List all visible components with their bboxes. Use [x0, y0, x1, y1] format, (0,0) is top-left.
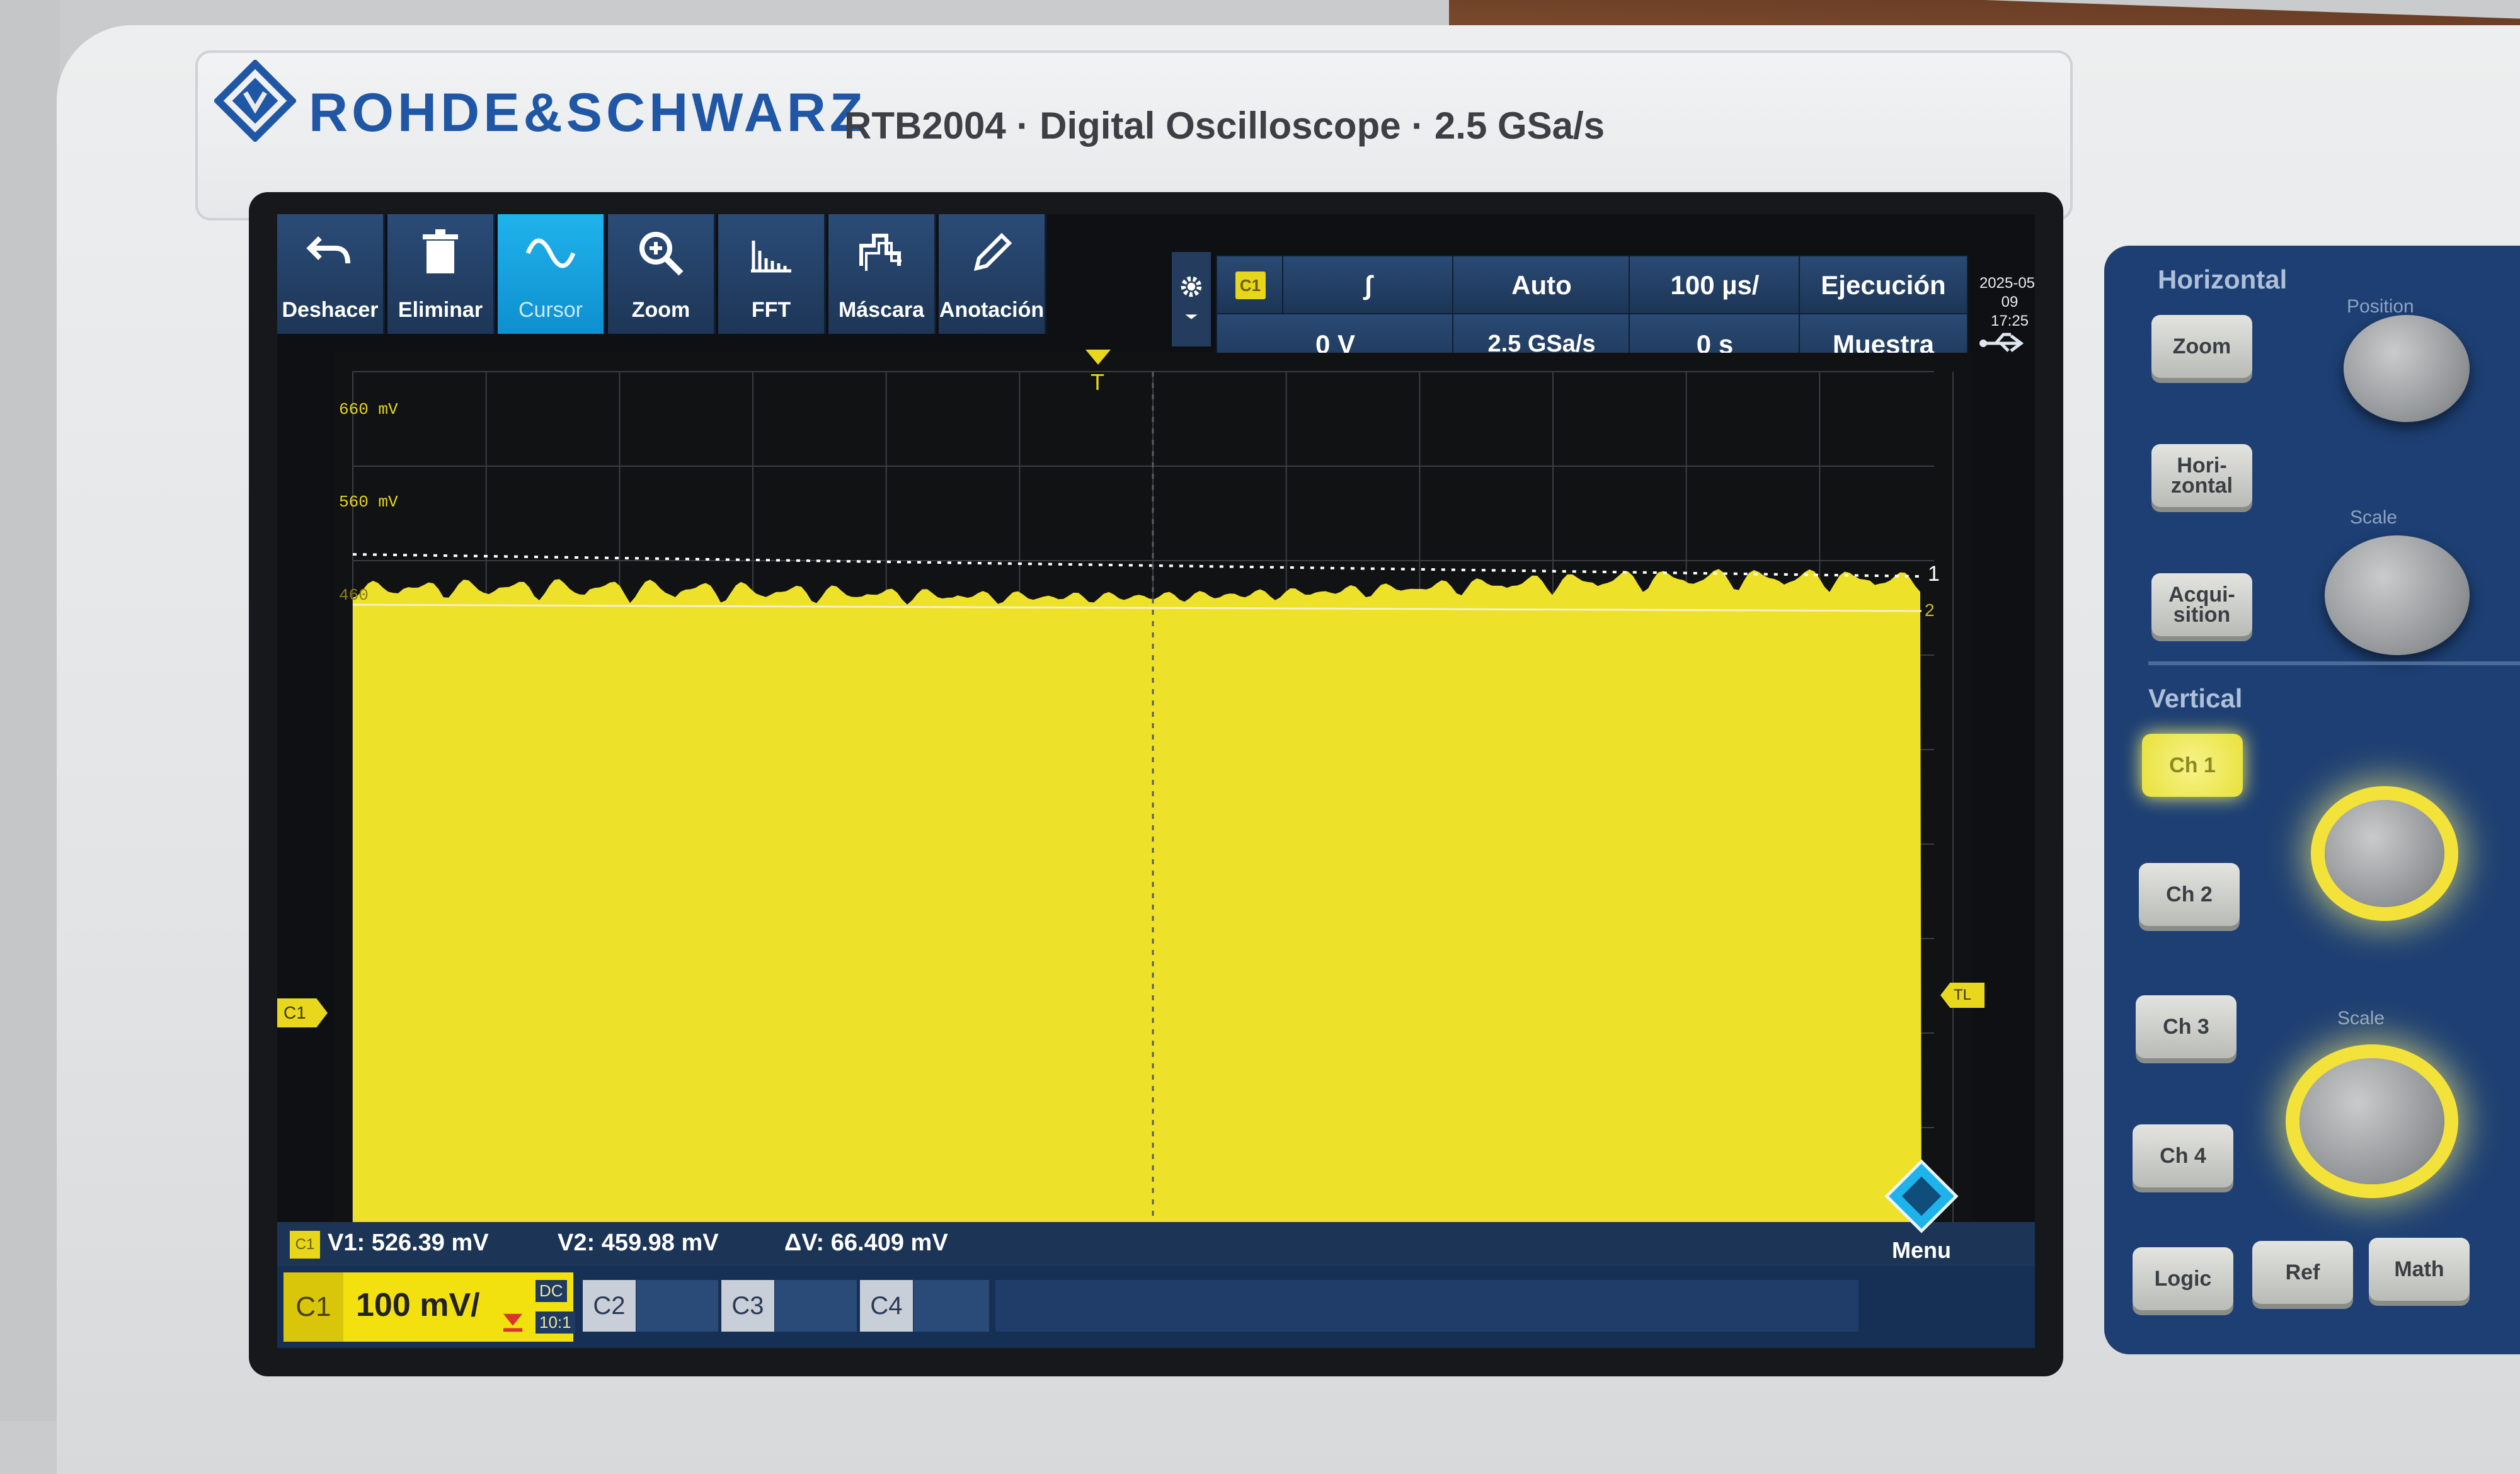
acquisition-key[interactable]: Acqui- sition	[2151, 573, 2252, 636]
pencil-icon	[973, 232, 1012, 271]
horizontal-position-knob[interactable]	[2344, 315, 2470, 422]
channel-1-tag: C1	[284, 1272, 343, 1342]
math-key[interactable]: Math	[2369, 1238, 2470, 1301]
zoom-label: Zoom	[631, 298, 690, 322]
trigger-mode-cell[interactable]: Auto	[1452, 255, 1631, 316]
cursor-v1-readout: V1: 526.39 mV	[328, 1230, 489, 1256]
channel-3-tab[interactable]: C3	[721, 1280, 774, 1332]
fft-label: FFT	[751, 298, 791, 322]
model-line: RTB2004 · Digital Oscilloscope · 2.5 GSa…	[844, 105, 1605, 147]
menu-logo-icon	[1884, 1159, 1959, 1233]
cursor-2-label: 2	[1925, 600, 1935, 620]
horizontal-key[interactable]: Hori- zontal	[2151, 444, 2252, 507]
channel-4-slot	[914, 1280, 989, 1332]
logic-key[interactable]: Logic	[2133, 1247, 2233, 1310]
fft-button[interactable]: FFT	[718, 214, 826, 334]
channel-1-bandwidth-icon	[503, 1313, 523, 1332]
channel-1-coupling: DC	[536, 1280, 567, 1302]
channel-bar: C1 100 mV/ DC 10:1 C2 C3 C4	[277, 1266, 2035, 1348]
run-state: Ejecución	[1821, 270, 1946, 300]
channel-2-tab[interactable]: C2	[583, 1280, 636, 1332]
cursor-delta-readout: ΔV: 66.409 mV	[784, 1230, 948, 1256]
toolbar: Deshacer Eliminar Cursor Zoom FFT Máscar…	[277, 214, 1172, 334]
y-label-660mv: 660 mV	[339, 400, 398, 419]
run-state-cell[interactable]: Ejecución	[1799, 255, 1968, 316]
horizontal-scale-knob-label: Scale	[2350, 507, 2398, 528]
channel-4-key[interactable]: Ch 4	[2133, 1124, 2233, 1187]
horizontal-scale-knob[interactable]	[2325, 535, 2470, 655]
undo-button[interactable]: Deshacer	[277, 214, 385, 334]
channel-3-key[interactable]: Ch 3	[2136, 995, 2236, 1058]
time-text: 17:25	[1990, 312, 2029, 329]
position-knob-label: Position	[2347, 296, 2414, 317]
gear-icon	[1181, 276, 1202, 297]
cursor-v2-readout: V2: 459.98 mV	[558, 1230, 719, 1256]
undo-icon	[306, 236, 350, 264]
spectrum-bars-icon	[751, 241, 791, 273]
trash-icon	[423, 229, 458, 273]
control-panel: Horizontal Zoom Hori- zontal Acqui- siti…	[2104, 246, 2520, 1354]
date-text: 2025-05-09	[1979, 275, 2035, 311]
brand-name: ROHDE&SCHWARZ	[309, 83, 867, 143]
channel-bar-spacer	[995, 1280, 1858, 1332]
undo-label: Deshacer	[282, 298, 379, 322]
cursor-label: Cursor	[518, 298, 583, 322]
channel-1-trace	[353, 569, 1922, 1279]
background-wall	[0, 0, 60, 1421]
magnifier-plus-icon	[639, 232, 684, 276]
y-label-460mv: 460	[339, 586, 369, 605]
time-base: 100 µs/	[1670, 270, 1760, 300]
channel-4-tab[interactable]: C4	[860, 1280, 913, 1332]
channel-1-scale: 100 mV/	[356, 1287, 480, 1323]
mask-button[interactable]: Máscara	[828, 214, 936, 334]
annotation-label: Anotación	[939, 298, 1045, 322]
y-label-560mv: 560 mV	[339, 493, 398, 511]
cursor-button[interactable]: Cursor	[498, 214, 605, 334]
vertical-position-knob[interactable]	[2325, 800, 2444, 907]
menu-label: Menu	[1892, 1237, 1951, 1263]
trigger-source-badge: C1	[1235, 271, 1266, 299]
trigger-marker-icon[interactable]: T	[1085, 350, 1111, 394]
vertical-scale-knob[interactable]	[2300, 1058, 2444, 1184]
cursor-1-label: 1	[1928, 562, 1940, 586]
cursor-source-badge: C1	[290, 1231, 320, 1259]
usb-icon	[1979, 333, 2024, 352]
waveform-display[interactable]: 1 2 660 mV 560 mV 460	[334, 353, 1972, 1279]
reference-key[interactable]: Ref	[2252, 1241, 2353, 1304]
trigger-source-cell[interactable]: C1	[1216, 255, 1285, 316]
settings-button[interactable]	[1172, 252, 1211, 346]
channel-3-slot	[775, 1280, 857, 1332]
sine-wave-icon	[525, 238, 576, 268]
zoom-button[interactable]: Zoom	[608, 214, 716, 334]
channel-1-settings[interactable]: C1 100 mV/ DC 10:1	[284, 1272, 575, 1342]
vertical-section-title: Vertical	[2148, 683, 2243, 713]
oscilloscope-screen: Deshacer Eliminar Cursor Zoom FFT Máscar…	[277, 214, 2035, 1348]
trigger-mode: Auto	[1511, 270, 1572, 300]
channel-2-key[interactable]: Ch 2	[2139, 863, 2240, 926]
date-time-display: 2025-05-09 17:25	[1972, 274, 2035, 331]
annotation-button[interactable]: Anotación	[939, 214, 1046, 334]
mask-label: Máscara	[838, 298, 925, 322]
chevron-down-icon	[1185, 314, 1198, 319]
panel-divider	[2148, 661, 2520, 665]
channel-1-offset-marker[interactable]: C1	[277, 998, 328, 1027]
trigger-slope-cell[interactable]: ∫	[1282, 255, 1455, 316]
vertical-scale-knob-label: Scale	[2337, 1008, 2385, 1029]
cursor-readout-bar: C1 V1: 526.39 mV V2: 459.98 mV ΔV: 66.40…	[277, 1222, 2035, 1266]
waveform-grid[interactable]: 1 2	[334, 353, 1972, 1279]
rohde-schwarz-logo-icon	[214, 60, 296, 142]
zoom-key[interactable]: Zoom	[2151, 315, 2252, 378]
menu-button[interactable]: Menu	[1871, 1156, 1972, 1272]
channel-1-key[interactable]: Ch 1	[2142, 734, 2243, 797]
delete-label: Eliminar	[398, 298, 483, 322]
mask-icon	[859, 234, 902, 271]
delete-button[interactable]: Eliminar	[387, 214, 495, 334]
time-base-cell[interactable]: 100 µs/	[1629, 255, 1801, 316]
trigger-slope-icon: ∫	[1365, 270, 1372, 300]
trigger-marker-label: T	[1091, 369, 1104, 394]
channel-2-slot	[636, 1280, 718, 1332]
channel-1-probe: 10:1	[536, 1311, 575, 1334]
horizontal-section-title: Horizontal	[2158, 265, 2288, 294]
